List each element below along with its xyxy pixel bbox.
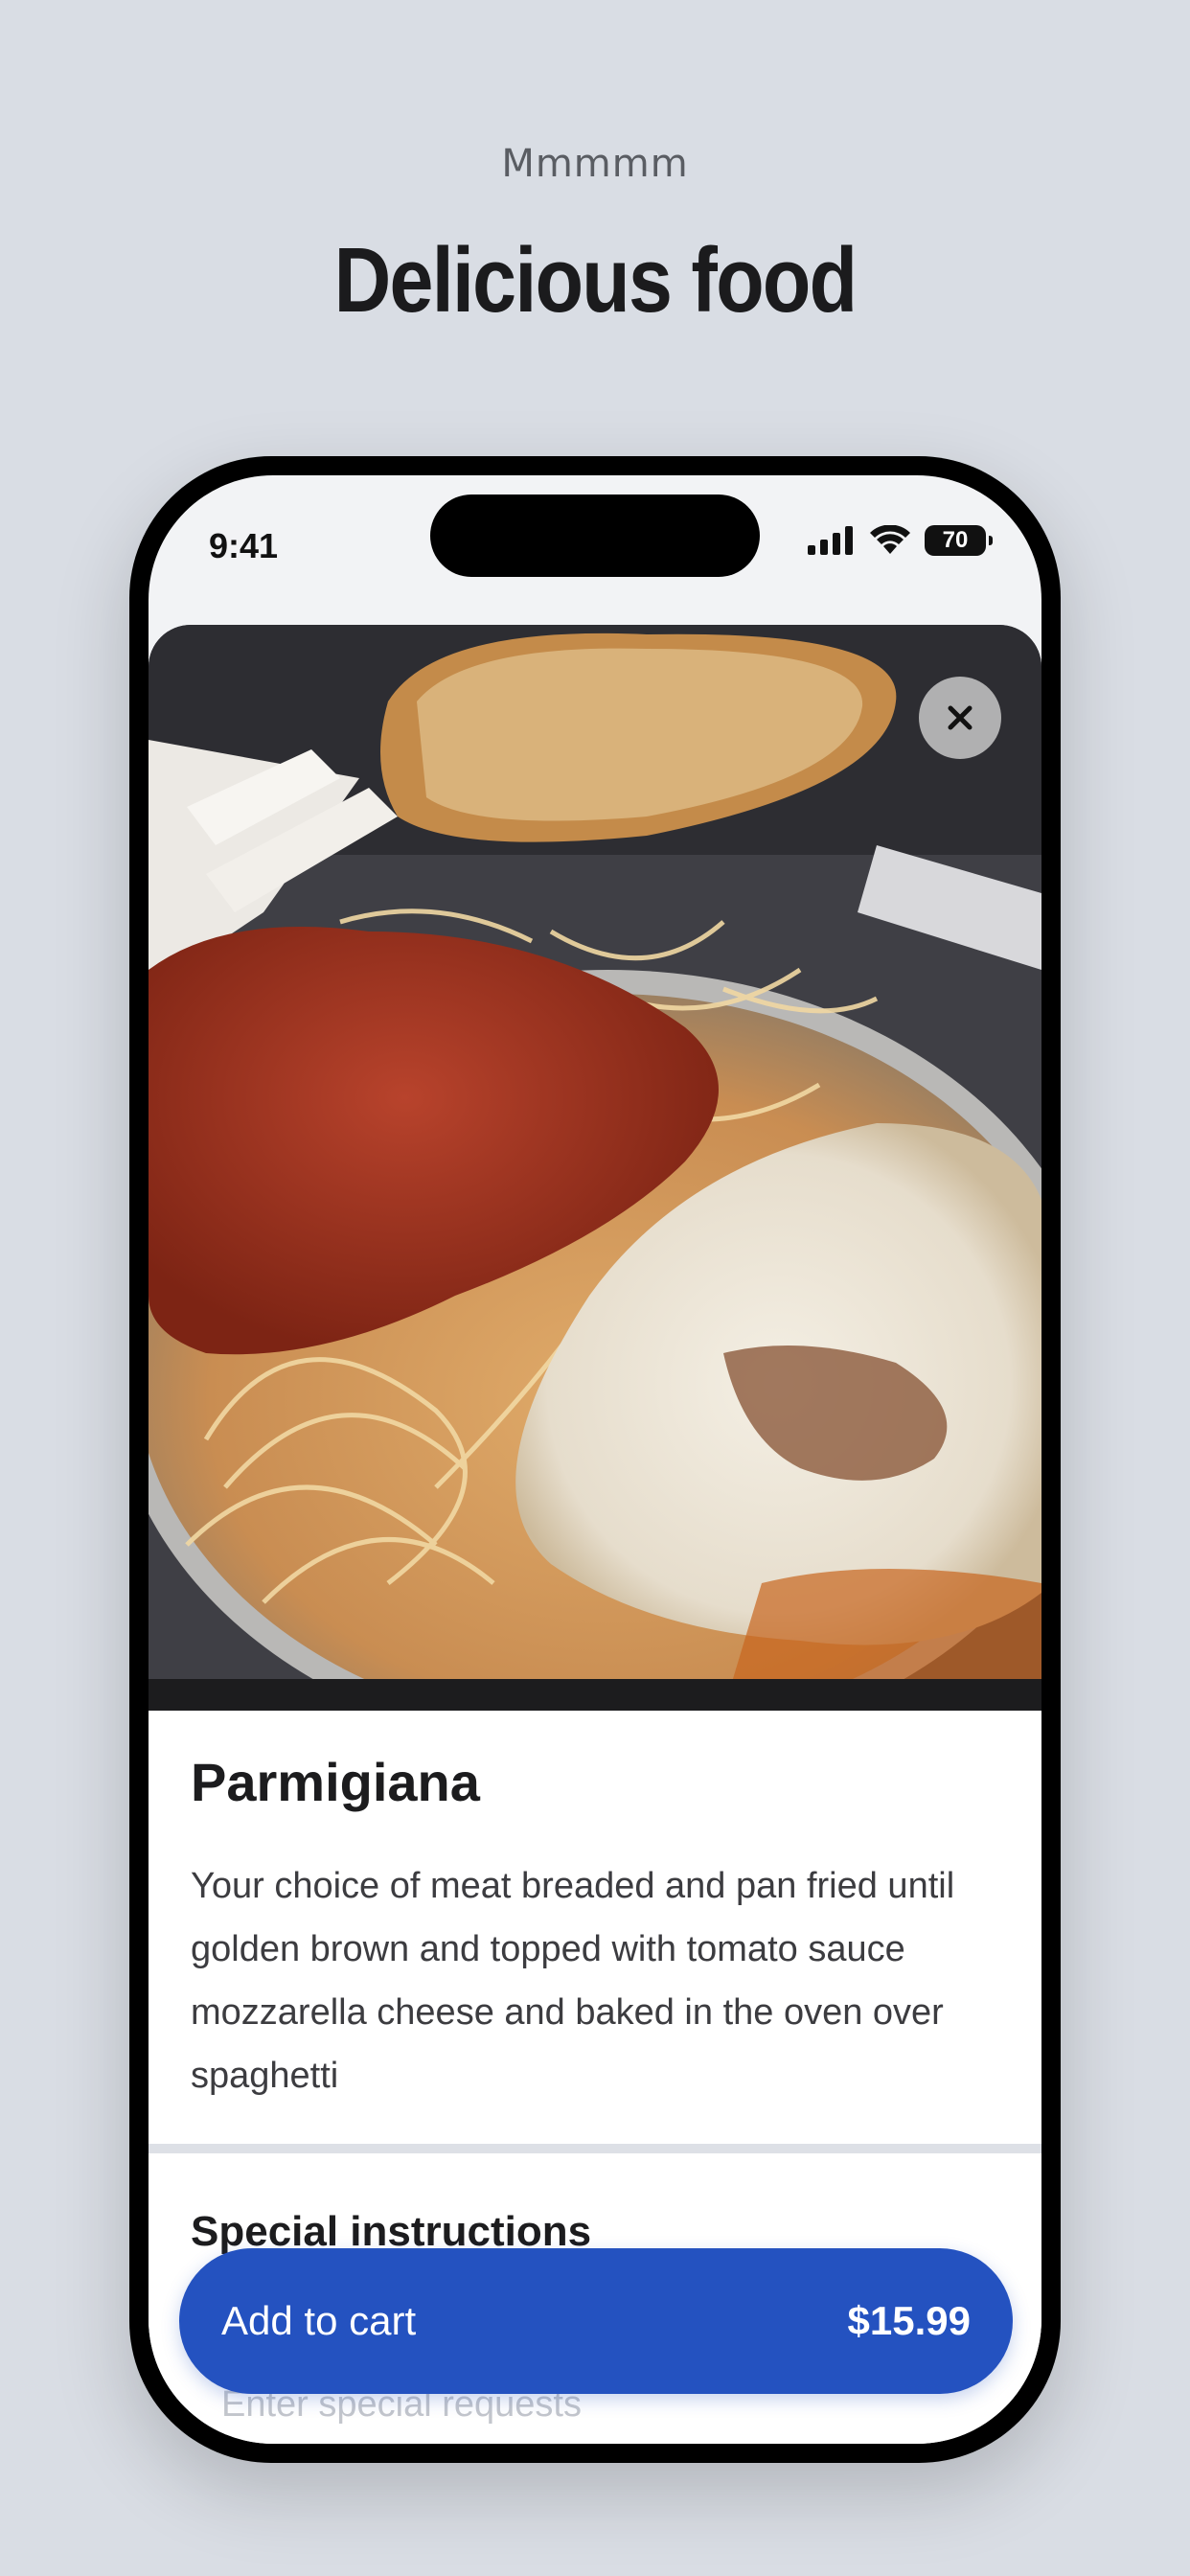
close-icon: [948, 705, 973, 730]
signal-icon: [808, 526, 853, 555]
phone-frame: 9:41 70 Parmigiana Your choice of meat b…: [129, 456, 1061, 2463]
close-button[interactable]: [919, 677, 1001, 759]
status-icons: 70: [808, 525, 993, 556]
dynamic-island: [430, 494, 760, 577]
section-divider: [149, 2144, 1041, 2153]
battery-icon: 70: [925, 525, 993, 556]
item-description: Your choice of meat breaded and pan frie…: [191, 1866, 955, 2096]
wifi-icon: [870, 525, 910, 554]
item-name: Parmigiana: [191, 1752, 480, 1812]
phone-screen: 9:41 70 Parmigiana Your choice of meat b…: [149, 475, 1041, 2444]
add-to-cart-button[interactable]: Add to cart $15.99: [179, 2248, 1013, 2394]
food-photo: [149, 625, 1041, 1711]
hero-kicker: Mmmmm: [501, 142, 689, 186]
add-to-cart-label: Add to cart: [221, 2298, 417, 2343]
status-time: 9:41: [209, 526, 279, 565]
hero-title: Delicious food: [333, 229, 858, 332]
cart-price: $15.99: [847, 2298, 971, 2343]
item-sheet: Parmigiana Your choice of meat breaded a…: [149, 625, 1041, 2444]
